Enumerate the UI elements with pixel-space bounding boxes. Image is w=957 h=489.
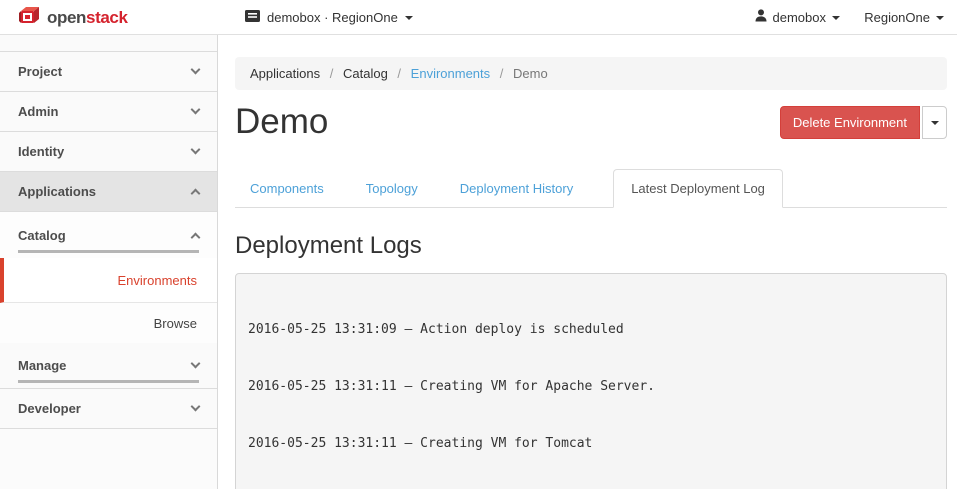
deployment-logs-heading: Deployment Logs bbox=[235, 232, 947, 260]
tab-topology[interactable]: Topology bbox=[364, 170, 420, 207]
main-content: Applications / Catalog / Environments / … bbox=[218, 35, 957, 489]
group-underline bbox=[18, 380, 199, 383]
caret-down-icon bbox=[931, 121, 939, 125]
chevron-down-icon bbox=[191, 359, 201, 369]
openstack-logo[interactable]: openstack bbox=[18, 5, 128, 31]
person-icon bbox=[755, 9, 767, 25]
sidebar-item-browse[interactable]: Browse bbox=[0, 303, 217, 343]
breadcrumb-current: Demo bbox=[513, 66, 548, 81]
log-line: 2016-05-25 13:31:11 — Creating VM for Ap… bbox=[248, 377, 934, 396]
breadcrumb-separator: / bbox=[330, 66, 334, 81]
caret-down-icon bbox=[832, 16, 840, 20]
chevron-up-icon bbox=[191, 189, 201, 199]
project-region-switcher[interactable]: demobox · RegionOne bbox=[245, 0, 413, 34]
sidebar-item-admin[interactable]: Admin bbox=[0, 92, 217, 132]
region-menu-label: RegionOne bbox=[864, 10, 930, 25]
delete-environment-button-group: Delete Environment bbox=[780, 106, 947, 139]
chevron-down-icon bbox=[191, 105, 201, 115]
breadcrumb-applications: Applications bbox=[250, 66, 320, 81]
delete-environment-button[interactable]: Delete Environment bbox=[780, 106, 920, 139]
logo-wordmark: openstack bbox=[47, 8, 128, 28]
breadcrumb-separator: / bbox=[500, 66, 504, 81]
chevron-down-icon bbox=[191, 65, 201, 75]
openstack-cube-icon bbox=[18, 5, 40, 31]
sidebar-item-environments[interactable]: Environments bbox=[0, 258, 217, 303]
sidebar-item-label: Environments bbox=[118, 273, 197, 288]
sidebar-item-label: Applications bbox=[18, 184, 96, 199]
delete-environment-dropdown-toggle[interactable] bbox=[922, 106, 947, 139]
region-menu[interactable]: RegionOne bbox=[864, 0, 944, 34]
project-region-label: demobox · RegionOne bbox=[267, 10, 398, 25]
sidebar-item-project[interactable]: Project bbox=[0, 52, 217, 92]
project-card-icon bbox=[245, 10, 260, 25]
group-underline bbox=[18, 250, 199, 253]
tab-latest-deployment-log[interactable]: Latest Deployment Log bbox=[613, 169, 783, 208]
breadcrumb-catalog: Catalog bbox=[343, 66, 388, 81]
chevron-down-icon bbox=[191, 402, 201, 412]
sidebar-item-label: Developer bbox=[18, 401, 81, 416]
sidebar-item-label: Identity bbox=[18, 144, 64, 159]
sidebar-group-catalog[interactable]: Catalog bbox=[0, 212, 217, 258]
log-text: 2016-05-25 13:31:09 — Action deploy is s… bbox=[248, 322, 624, 337]
sidebar-item-identity[interactable]: Identity bbox=[0, 132, 217, 172]
page-header: Demo Delete Environment bbox=[235, 103, 947, 142]
top-navbar: openstack demobox · RegionOne demobox Re… bbox=[0, 0, 957, 35]
user-menu[interactable]: demobox bbox=[755, 0, 840, 34]
sidebar-item-label: Catalog bbox=[18, 228, 66, 243]
sidebar-group-manage[interactable]: Manage bbox=[0, 343, 217, 389]
sidebar-item-applications[interactable]: Applications bbox=[0, 172, 217, 212]
deployment-log-output: 2016-05-25 13:31:09 — Action deploy is s… bbox=[235, 273, 947, 489]
sidebar-item-label: Browse bbox=[154, 316, 197, 331]
caret-down-icon bbox=[936, 16, 944, 20]
breadcrumb-separator: / bbox=[397, 66, 401, 81]
sidebar-item-label: Manage bbox=[18, 358, 66, 373]
sidebar-item-label: Project bbox=[18, 64, 62, 79]
tab-components[interactable]: Components bbox=[248, 170, 326, 207]
log-text: 2016-05-25 13:31:11 — Creating VM for To… bbox=[248, 436, 592, 451]
sidebar-item-developer[interactable]: Developer bbox=[0, 389, 217, 429]
breadcrumb-environments-link[interactable]: Environments bbox=[411, 66, 490, 81]
sidebar-nav: Project Admin Identity Applications Cata… bbox=[0, 35, 218, 489]
log-line: 2016-05-25 13:31:11 — Creating VM for To… bbox=[248, 434, 934, 453]
log-line: 2016-05-25 13:31:09 — Action deploy is s… bbox=[248, 320, 934, 339]
log-text: 2016-05-25 13:31:11 — Creating VM for Ap… bbox=[248, 379, 655, 394]
chevron-down-icon bbox=[191, 145, 201, 155]
breadcrumb: Applications / Catalog / Environments / … bbox=[235, 57, 947, 90]
chevron-up-icon bbox=[191, 232, 201, 242]
sidebar-spacer bbox=[0, 35, 217, 52]
caret-down-icon bbox=[405, 16, 413, 20]
user-menu-label: demobox bbox=[773, 10, 826, 25]
page-title: Demo bbox=[235, 103, 328, 142]
tab-bar: Components Topology Deployment History L… bbox=[235, 169, 947, 208]
sidebar-item-label: Admin bbox=[18, 104, 58, 119]
tab-deployment-history[interactable]: Deployment History bbox=[458, 170, 575, 207]
